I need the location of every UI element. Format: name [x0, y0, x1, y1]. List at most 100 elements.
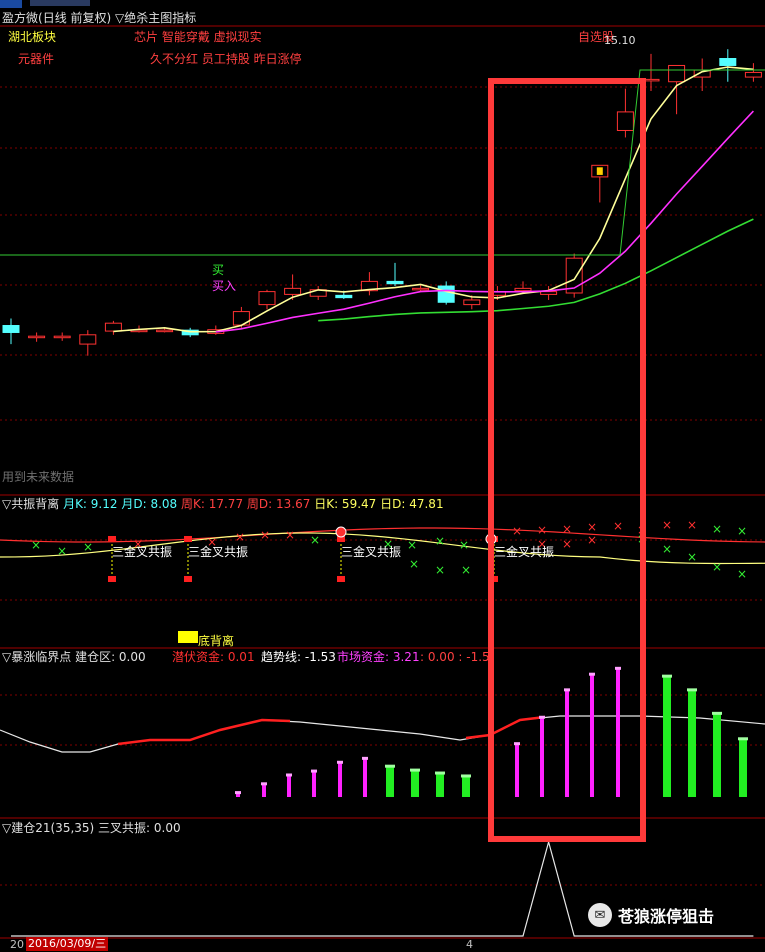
concepts-line1: 芯片 智能穿戴 虚拟现实: [134, 30, 262, 44]
candle-body: [79, 334, 97, 345]
build-title[interactable]: ▽建仓21(35,35): [2, 821, 94, 835]
candle-body: [104, 322, 122, 332]
surge-bar-cap: [687, 688, 697, 692]
surge-bar: [436, 772, 444, 797]
panel-dividers: [0, 25, 765, 939]
surge-bar-cap: [738, 737, 748, 741]
candle-body: [284, 287, 302, 295]
yue-k: 月K: 9.12: [63, 497, 118, 511]
resonance-label-4: 三金叉共振: [494, 545, 555, 559]
ri-d: 日D: 47.81: [380, 497, 444, 511]
candle-body: [156, 329, 174, 333]
ma-slow-line: [318, 218, 754, 322]
bottom-divergence-marker: [178, 631, 198, 643]
candle-body: [412, 287, 430, 291]
wechat-icon: ✉: [588, 903, 612, 927]
resonance-label-2: 三金叉共振: [188, 545, 249, 559]
surge-bars: [0, 666, 765, 797]
surge-bar-cap: [337, 760, 343, 764]
surge-bar: [515, 743, 519, 797]
resonance-cross-mark: ×: [57, 544, 67, 558]
shichang-value: 市场资金: 3.21: [337, 650, 420, 664]
bottom-divergence-label: 底背离: [198, 634, 235, 648]
build-header: ▽建仓21(35,35) 三叉共振: 0.00: [2, 821, 181, 835]
surge-header: ▽暴涨临界点 建仓区: 0.00: [2, 650, 146, 664]
resonance-label-3: 三金叉共振: [341, 545, 402, 559]
surge-bar-cap: [362, 756, 368, 760]
surge-bar-cap: [261, 782, 267, 786]
grid: [0, 86, 765, 886]
resonance-header: ▽共振背离 月K: 9.12 月D: 8.08 周K: 17.77 周D: 13…: [2, 497, 444, 511]
resonance-cross-mark: ×: [687, 550, 697, 564]
resonance-cross-mark: ×: [235, 530, 245, 544]
surge-bar-cap: [564, 688, 570, 692]
surge-bar-cap: [539, 715, 545, 719]
surge-bar-cap: [410, 768, 420, 772]
surge-bar-cap: [712, 711, 722, 715]
trend-line: [0, 715, 765, 753]
surge-title[interactable]: ▽暴涨临界点: [2, 650, 71, 664]
resonance-title[interactable]: ▽共振背离: [2, 497, 59, 511]
concepts-line2: 久不分红 员工持股 昨日涨停: [150, 52, 302, 66]
resonance-cross-mark: ×: [587, 533, 597, 547]
surge-bar: [287, 774, 291, 797]
candle-body: [53, 335, 71, 339]
surge-bar: [338, 761, 342, 797]
candle-body: [28, 335, 46, 339]
surge-bar-cap: [662, 674, 672, 678]
moving-averages: [0, 66, 765, 333]
indicator-name[interactable]: ▽绝杀主图指标: [115, 11, 196, 25]
stock-name: 盈方微: [2, 11, 39, 25]
signal-buy: 买: [212, 263, 225, 277]
resonance-cross-mark: ×: [285, 528, 295, 542]
resonance-cross-mark: ×: [435, 534, 445, 548]
trend-line-red: [117, 718, 291, 746]
resonance-pillar-bottom: [184, 576, 192, 582]
surge-bar-cap: [435, 771, 445, 775]
stock-chart[interactable]: × × × × × × × × × × × × ×× × ×× × × × ×× × × ×× ×××× ×× ××: [0, 0, 765, 949]
signal-buy2: 买入: [212, 279, 237, 293]
resonance-cross-mark: ×: [83, 540, 93, 554]
surge-bar: [688, 689, 696, 797]
qushi-value: 趋势线: -1.53: [261, 650, 336, 664]
surge-bar: [540, 716, 544, 797]
ma-fast-line: [113, 66, 754, 333]
surge-extra: : 0.00 : -1.5: [420, 650, 490, 664]
surge-bar: [411, 769, 419, 797]
resonance-cross-mark: ×: [409, 557, 419, 571]
surge-bar: [262, 783, 266, 797]
surge-bar-cap: [461, 774, 471, 778]
candle-body: [540, 291, 558, 295]
resonance-cross-mark: ×: [562, 537, 572, 551]
resonance-pillar-top: [184, 536, 192, 542]
limit-up-mark: [596, 167, 603, 175]
resonance-cross-mark: ×: [31, 538, 41, 552]
candle-body: [719, 58, 737, 66]
surge-bar: [713, 712, 721, 797]
ri-k: 日K: 59.47: [314, 497, 377, 511]
surge-bar-cap: [514, 742, 520, 746]
surge-bar: [590, 673, 594, 797]
resonance-cross-mark: ×: [737, 524, 747, 538]
candle-body: [668, 64, 686, 83]
surge-bar: [312, 770, 316, 797]
surge-bar-cap: [235, 791, 241, 795]
period: (日线 前复权): [38, 11, 112, 25]
resonance-cross-mark: ×: [461, 563, 471, 577]
candle-body: [463, 299, 481, 306]
tag-region: 湖北板块: [8, 30, 57, 44]
support-line: [0, 69, 765, 256]
candle-body: [386, 280, 404, 285]
candle-body: [616, 111, 634, 131]
surge-bar: [462, 775, 470, 797]
candle-body: [2, 325, 20, 333]
resonance-dot: [335, 526, 347, 538]
resonance-cross-mark: ×: [712, 560, 722, 574]
resonance-cross-mark: ×: [712, 522, 722, 536]
zhou-d: 周D: 13.67: [246, 497, 311, 511]
yue-d: 月D: 8.08: [121, 497, 178, 511]
candlestick-series: [2, 49, 762, 356]
tag-industry: 元器件: [18, 52, 55, 66]
window-icon: [0, 0, 22, 8]
candle-body: [437, 285, 455, 303]
